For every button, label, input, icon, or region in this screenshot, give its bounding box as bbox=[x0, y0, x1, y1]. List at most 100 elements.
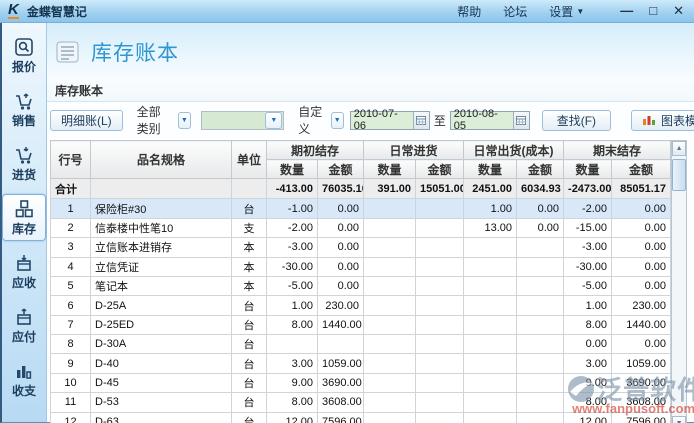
inventory-boxes-icon bbox=[13, 199, 35, 219]
row-number-cell: 1 bbox=[51, 199, 91, 218]
value-cell-7: 3608.00 bbox=[612, 393, 671, 412]
product-name-cell: 立信凭证 bbox=[91, 257, 232, 276]
menu-item-帮助[interactable]: 帮助 bbox=[457, 3, 481, 20]
payable-box-icon bbox=[13, 307, 35, 327]
value-cell-3 bbox=[416, 296, 464, 315]
unit-cell: 台 bbox=[232, 393, 267, 412]
value-cell-1: 3690.00 bbox=[318, 373, 364, 392]
page-header: 库存账本 bbox=[47, 23, 694, 80]
value-cell-4 bbox=[464, 412, 517, 423]
sidebar-item-purchase[interactable]: 进货 bbox=[2, 140, 46, 187]
sub-header-0-1: 金额 bbox=[318, 160, 364, 179]
table-row[interactable]: 12D-63台12.007596.0012.007596.00 bbox=[51, 412, 671, 423]
value-cell-6: -3.00 bbox=[564, 238, 612, 257]
value-cell-2 bbox=[364, 199, 416, 218]
value-cell-5: 0.00 bbox=[517, 199, 564, 218]
value-cell-0: 8.00 bbox=[267, 393, 318, 412]
scroll-up-button[interactable]: ▲ bbox=[672, 141, 686, 156]
table-row[interactable]: 7D-25ED台8.001440.008.001440.00 bbox=[51, 315, 671, 334]
value-cell-5 bbox=[517, 354, 564, 373]
table-row[interactable]: 9D-40台3.001059.003.001059.00 bbox=[51, 354, 671, 373]
value-cell-4 bbox=[464, 315, 517, 334]
table-row[interactable]: 8D-30A台0.000.00 bbox=[51, 335, 671, 354]
value-cell-2 bbox=[364, 412, 416, 423]
value-cell-2 bbox=[364, 276, 416, 295]
value-cell-1: 230.00 bbox=[318, 296, 364, 315]
total-row: 合计-413.0076035.10391.0015051.002451.0060… bbox=[51, 179, 671, 199]
sub-header-3-0: 数量 bbox=[564, 160, 612, 179]
value-cell-7: 230.00 bbox=[612, 296, 671, 315]
total-label-cell: 合计 bbox=[51, 179, 91, 199]
value-cell-6: 8.00 bbox=[564, 393, 612, 412]
sidebar-item-inventory[interactable]: 库存 bbox=[2, 194, 46, 241]
value-cell-6: -30.00 bbox=[564, 257, 612, 276]
chart-mode-button[interactable]: 图表模式 bbox=[631, 110, 694, 131]
row-number-cell: 2 bbox=[51, 218, 91, 237]
category-dropdown-button[interactable]: ▼ bbox=[178, 112, 191, 129]
product-name-cell: 信泰楼中性笔10 bbox=[91, 218, 232, 237]
table-row[interactable]: 1保险柜#30台-1.000.001.000.00-2.000.00 bbox=[51, 199, 671, 218]
table-row[interactable]: 3立信账本进销存本-3.000.00-3.000.00 bbox=[51, 238, 671, 257]
menu-item-设置[interactable]: 设置▼ bbox=[549, 3, 584, 20]
date-to-input[interactable]: 2010-08-05 bbox=[450, 111, 530, 130]
product-name-cell: D-30A bbox=[91, 335, 232, 354]
close-button[interactable]: ✕ bbox=[673, 5, 684, 17]
scroll-down-button[interactable]: ▼ bbox=[672, 416, 686, 423]
inventory-table-zone: 行号品名规格单位期初结存日常进货日常出货(成本)期末结存数量金额数量金额数量金额… bbox=[50, 140, 694, 423]
ledger-icon bbox=[55, 40, 81, 64]
table-row[interactable]: 4立信凭证本-30.000.00-30.000.00 bbox=[51, 257, 671, 276]
value-cell-7: 3690.00 bbox=[612, 373, 671, 392]
table-row[interactable]: 10D-45台9.003690.009.003690.00 bbox=[51, 373, 671, 392]
value-cell-3 bbox=[416, 315, 464, 334]
minimize-button[interactable]: — bbox=[620, 5, 633, 17]
value-cell-5 bbox=[517, 373, 564, 392]
kingdee-logo-icon: K bbox=[8, 3, 19, 19]
value-cell-1: 0.00 bbox=[318, 199, 364, 218]
value-cell-6: 0.00 bbox=[564, 335, 612, 354]
sidebar-item-sales[interactable]: 销售 bbox=[2, 86, 46, 133]
table-row[interactable]: 11D-53台8.003608.008.003608.00 bbox=[51, 393, 671, 412]
date-from-input[interactable]: 2010-07-06 bbox=[350, 111, 430, 130]
scrollbar-track[interactable] bbox=[672, 156, 686, 416]
unit-cell: 台 bbox=[232, 315, 267, 334]
value-cell-3 bbox=[416, 393, 464, 412]
date-preset-dropdown-button[interactable]: ▼ bbox=[331, 112, 344, 129]
product-name-cell: 保险柜#30 bbox=[91, 199, 232, 218]
scrollbar-thumb[interactable] bbox=[672, 159, 686, 191]
value-cell-2 bbox=[364, 218, 416, 237]
product-dropdown-button[interactable]: ▼ bbox=[265, 112, 282, 129]
value-cell-7: 0.00 bbox=[612, 257, 671, 276]
menu-item-label: 帮助 bbox=[457, 3, 481, 20]
maximize-button[interactable]: □ bbox=[649, 5, 657, 17]
product-filter-combobox[interactable]: ▼ bbox=[201, 111, 284, 130]
row-number-cell: 11 bbox=[51, 393, 91, 412]
value-cell-3 bbox=[416, 199, 464, 218]
value-cell-5 bbox=[517, 315, 564, 334]
table-row[interactable]: 5笔记本本-5.000.00-5.000.00 bbox=[51, 276, 671, 295]
value-cell-0: 12.00 bbox=[267, 412, 318, 423]
total-value-cell-7: 85051.17 bbox=[612, 179, 671, 199]
value-cell-6: 8.00 bbox=[564, 315, 612, 334]
sidebar-item-quote[interactable]: 报价 bbox=[2, 32, 46, 79]
calendar-icon[interactable] bbox=[513, 112, 529, 129]
value-cell-2 bbox=[364, 296, 416, 315]
calendar-icon[interactable] bbox=[413, 112, 429, 129]
chart-mode-label: 图表模式 bbox=[661, 112, 694, 129]
sidebar-item-payable[interactable]: 应付 bbox=[2, 302, 46, 349]
table-row[interactable]: 2信泰楼中性笔10支-2.000.0013.000.00-15.000.00 bbox=[51, 218, 671, 237]
value-cell-5 bbox=[517, 335, 564, 354]
menu-item-论坛[interactable]: 论坛 bbox=[503, 3, 527, 20]
value-cell-2 bbox=[364, 238, 416, 257]
sidebar-item-receivable[interactable]: 应收 bbox=[2, 248, 46, 295]
sidebar-item-cashflow[interactable]: 收支 bbox=[2, 356, 46, 403]
table-row[interactable]: 6D-25A台1.00230.001.00230.00 bbox=[51, 296, 671, 315]
row-number-cell: 5 bbox=[51, 276, 91, 295]
value-cell-6: 3.00 bbox=[564, 354, 612, 373]
detail-ledger-button[interactable]: 明细账(L) bbox=[50, 110, 123, 131]
total-value-cell-2: 391.00 bbox=[364, 179, 416, 199]
sub-header-2-0: 数量 bbox=[464, 160, 517, 179]
value-cell-2 bbox=[364, 354, 416, 373]
search-button[interactable]: 查找(F) bbox=[542, 110, 611, 131]
value-cell-4 bbox=[464, 393, 517, 412]
sidebar: 报价销售进货库存应收应付收支 bbox=[2, 23, 47, 422]
